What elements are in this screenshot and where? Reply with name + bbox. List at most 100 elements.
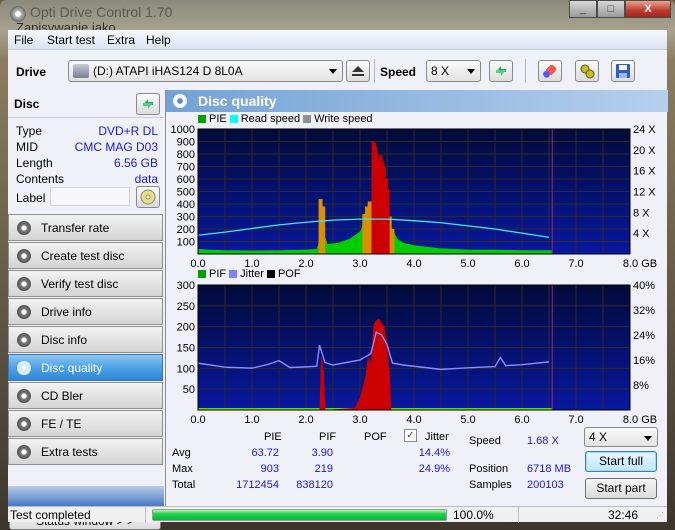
legend-pie-swatch bbox=[198, 115, 206, 123]
erase-button[interactable] bbox=[538, 60, 562, 82]
drive-value: (D:) ATAPI iHAS124 D 8L0A bbox=[93, 64, 243, 78]
samples-value: 200103 bbox=[527, 479, 564, 491]
x-tick-label: 0.0 bbox=[190, 414, 205, 426]
x-tick-label: 7.0 bbox=[568, 258, 583, 270]
x-tick-label: 8.0 GB bbox=[623, 414, 657, 426]
toolbar-separator bbox=[525, 59, 526, 83]
refresh-icon bbox=[143, 99, 153, 109]
maximize-button[interactable]: □ bbox=[597, 0, 625, 18]
pie-orange-bar bbox=[321, 206, 326, 254]
menu-extra[interactable]: Extra bbox=[107, 33, 135, 47]
disc-type-label: Type bbox=[16, 124, 43, 138]
nav-item-drive-info[interactable]: Drive info bbox=[8, 298, 163, 325]
nav-item-label: Transfer rate bbox=[41, 220, 110, 235]
stats-avg-pie: 63.72 bbox=[251, 447, 279, 459]
menu-start-test[interactable]: Start test bbox=[47, 33, 95, 47]
stats-max-label: Max bbox=[172, 463, 193, 475]
menu-file[interactable]: File bbox=[14, 33, 33, 47]
disc-length-label: Length bbox=[16, 156, 53, 170]
settings-button[interactable] bbox=[575, 60, 599, 82]
minimize-button[interactable]: _ bbox=[569, 0, 597, 18]
x-tick-label: 7.0 bbox=[568, 414, 583, 426]
progress-text: 100.0% bbox=[453, 508, 494, 522]
legend-pof-swatch bbox=[266, 270, 275, 278]
disc-mid-value: CMC MAG D03 bbox=[74, 140, 158, 154]
stats-avg-label: Avg bbox=[172, 447, 191, 459]
drive-label: Drive bbox=[16, 65, 47, 79]
x-tick-label: 2.0 bbox=[298, 414, 313, 426]
y-tick-label: 100 bbox=[177, 363, 195, 375]
eraser-icon bbox=[543, 64, 557, 78]
pie-red-bar bbox=[386, 189, 390, 254]
disc-quality-panel: Disc quality 0.0 1.0 2.0 3.0 4.0 5.0 6.0 7.0 8.0… bbox=[165, 90, 668, 506]
toolbar-separator bbox=[374, 59, 375, 83]
nav-item-label: Extra tests bbox=[41, 444, 98, 459]
nav-item-verify-test-disc[interactable]: Verify test disc bbox=[8, 270, 163, 297]
left-panel: Disc Type DVD+R DL MID CMC MAG D03 Lengt… bbox=[8, 90, 164, 530]
nav-item-disc-quality[interactable]: Disc quality bbox=[8, 354, 163, 381]
gears-icon bbox=[580, 64, 595, 79]
disc-label-input[interactable] bbox=[50, 187, 130, 206]
nav-item-create-test-disc[interactable]: Create test disc bbox=[8, 242, 163, 269]
floppy-disk-icon bbox=[616, 64, 630, 78]
y-tick-label: 150 bbox=[177, 343, 195, 355]
save-button[interactable] bbox=[611, 60, 635, 82]
stats-header-pof: POF bbox=[364, 431, 387, 443]
nav-item-cd-bler[interactable]: CD Bler bbox=[8, 382, 163, 409]
close-button[interactable]: X bbox=[625, 0, 671, 18]
disc-header-label: Disc bbox=[14, 97, 40, 111]
stats-header-pie: PIE bbox=[264, 431, 282, 443]
stats-max-pif: 219 bbox=[314, 463, 333, 475]
nav-item-label: Disc info bbox=[41, 332, 88, 347]
stats-max-pie: 903 bbox=[260, 463, 279, 475]
disc-test-icon bbox=[17, 360, 31, 375]
disc-label-button[interactable] bbox=[136, 186, 160, 208]
start-full-button[interactable]: Start full bbox=[585, 451, 657, 472]
progress-fill bbox=[153, 510, 446, 520]
y2-tick-label: 16 X bbox=[633, 166, 656, 178]
panel-header: Disc quality bbox=[166, 90, 668, 112]
y-tick-label: 200 bbox=[177, 322, 195, 334]
legend-read-speed: Read speed bbox=[240, 113, 301, 125]
nav-fill bbox=[8, 486, 164, 508]
menu-help[interactable]: Help bbox=[146, 33, 171, 47]
eject-button[interactable] bbox=[346, 60, 370, 82]
refresh-icon bbox=[496, 66, 506, 76]
title-bar[interactable]: Opti Drive Control 1.70 Zapisywanie jako… bbox=[0, 0, 675, 35]
speed-select[interactable]: 8 X bbox=[426, 60, 481, 82]
nav-item-label: FE / TE bbox=[41, 416, 82, 431]
nav-item-fe-te[interactable]: FE / TE bbox=[8, 410, 163, 437]
legend-write-speed-swatch bbox=[303, 115, 312, 123]
refresh-speed-button[interactable] bbox=[489, 60, 513, 82]
legend-read-speed-swatch bbox=[229, 115, 238, 123]
jitter-checkbox[interactable]: ✓ bbox=[404, 429, 417, 442]
nav-item-extra-tests[interactable]: Extra tests bbox=[8, 438, 163, 465]
nav-item-transfer-rate[interactable]: Transfer rate bbox=[8, 214, 163, 241]
y-tick-label: 250 bbox=[177, 301, 195, 313]
eject-icon bbox=[352, 66, 364, 76]
progress-bar bbox=[152, 509, 447, 521]
resize-grip-icon[interactable]: ⋰ bbox=[656, 511, 664, 520]
disc-contents-label: Contents bbox=[16, 172, 65, 186]
x-tick-label: 8.0 GB bbox=[623, 258, 657, 270]
samples-label: Samples bbox=[469, 479, 512, 491]
refresh-disc-button[interactable] bbox=[136, 93, 160, 115]
y2-tick-label: 8% bbox=[633, 380, 649, 392]
chart1-legend: PIE Read speed Write speed bbox=[198, 113, 373, 125]
menu-bar: File Start test Extra Help bbox=[8, 30, 667, 50]
test-speed-select[interactable]: 4 X bbox=[584, 427, 658, 447]
nav-item-label: Verify test disc bbox=[41, 276, 119, 291]
elapsed-time: 32:46 bbox=[608, 508, 639, 522]
y-tick-label: 50 bbox=[183, 384, 195, 396]
y2-tick-label: 12 X bbox=[633, 187, 656, 199]
drive-select[interactable]: (D:) ATAPI iHAS124 D 8L0A bbox=[68, 60, 343, 82]
y2-tick-label: 20 X bbox=[633, 145, 656, 157]
x-tick-label: 3.0 bbox=[352, 258, 367, 270]
nav-item-disc-info[interactable]: Disc info bbox=[8, 326, 163, 353]
y2-tick-label: 16% bbox=[633, 355, 655, 367]
test-speed-value: 4 X bbox=[589, 430, 608, 444]
y-tick-label: 300 bbox=[177, 280, 195, 292]
chevron-down-icon bbox=[644, 436, 652, 441]
x-tick-label: 4.0 bbox=[406, 258, 421, 270]
start-part-button[interactable]: Start part bbox=[585, 478, 657, 499]
